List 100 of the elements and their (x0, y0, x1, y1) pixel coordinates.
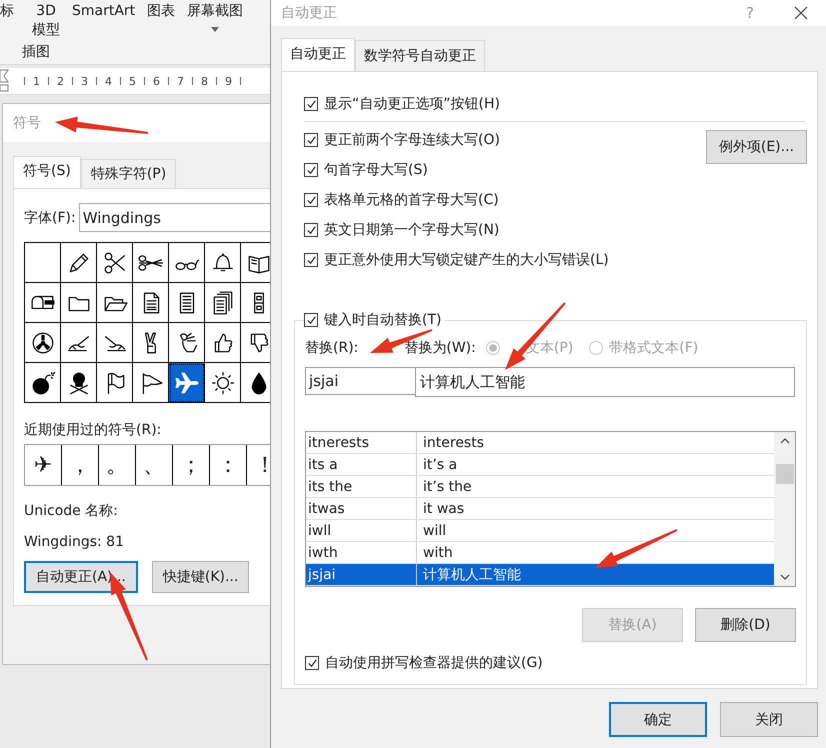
checkbox-label: 自动使用拼写检查器提供的建议(G) (325, 654, 543, 672)
tab[interactable]: 数学符号自动更正 (355, 40, 485, 71)
symbol-cell[interactable] (205, 363, 241, 403)
exceptions-button[interactable]: 例外项(E)... (706, 130, 807, 164)
bomb-icon (32, 371, 55, 394)
dialog-button[interactable]: 关闭 (720, 702, 818, 737)
scrollbar[interactable] (774, 432, 795, 586)
symbol-cell[interactable] (25, 283, 61, 323)
checkbox[interactable] (304, 193, 318, 207)
ribbon-command[interactable]: 标 (0, 2, 14, 40)
tab[interactable]: 自动更正 (281, 38, 355, 71)
table-cell: iwth (306, 542, 417, 563)
cabinet-icon (254, 292, 264, 313)
replacement-list[interactable]: itnerests interests its a it’s a its the it’s the itwas it was iwll will iwth with jsjai 计算机人工智能 (305, 431, 796, 587)
checkbox[interactable] (304, 223, 318, 237)
checkbox[interactable] (304, 97, 318, 111)
checkbox[interactable] (304, 133, 318, 147)
scroll-up-icon[interactable] (780, 438, 790, 444)
table-cell-text: with (422, 544, 453, 560)
recent-symbols-label: 近期使用过的符号(R): (24, 421, 162, 439)
checkbox[interactable] (305, 656, 319, 670)
tab[interactable]: 特殊字符(P) (80, 159, 176, 188)
table-cell-text: 计算机人工智能 (422, 566, 521, 584)
bell-icon (212, 253, 233, 271)
sun-icon (211, 371, 234, 394)
ruler-number: 3 (81, 74, 88, 88)
scroll-down-icon[interactable] (780, 574, 790, 580)
dialog-button[interactable]: 确定 (609, 702, 707, 737)
symbol-cell[interactable] (25, 363, 61, 403)
thumb-up-icon (214, 333, 232, 352)
symbol-cell[interactable] (169, 363, 205, 403)
unicode-name-label: Unicode 名称: (24, 502, 119, 520)
list-row[interactable]: jsjai 计算机人工智能 (306, 564, 774, 586)
symbol-cell[interactable] (97, 283, 133, 323)
tab[interactable]: 符号(S) (13, 156, 81, 188)
replace-with-field[interactable]: 计算机人工智能 (415, 367, 795, 397)
close-icon[interactable] (794, 6, 808, 20)
ruler-number: 2 (57, 74, 64, 88)
symbol-cell[interactable] (25, 243, 61, 283)
table-cell-text: it’s the (422, 478, 472, 494)
symbol-cell[interactable] (61, 283, 97, 323)
table-cell: jsjai (306, 564, 417, 585)
ribbon-command[interactable]: 屏幕截图 (187, 2, 244, 40)
symbol-cell[interactable] (25, 323, 61, 363)
open-folder-icon (104, 296, 127, 311)
ruler-number: 1 (33, 74, 40, 88)
with-label: 替换为(W): (404, 339, 476, 357)
symbol-cell[interactable] (205, 283, 241, 323)
symbol-cell[interactable] (61, 243, 97, 283)
indent-marker-icon[interactable] (0, 69, 10, 93)
ruler-number: 4 (105, 74, 112, 88)
dialog-button[interactable]: 删除(D) (695, 608, 796, 642)
checkbox-label: 键入时自动替换(T) (324, 311, 442, 329)
airplane-icon (175, 372, 198, 393)
ribbon-command[interactable]: 图表 (147, 2, 176, 40)
checkbox[interactable] (304, 253, 318, 267)
disc-icon (32, 332, 53, 353)
scrollbar-thumb[interactable] (776, 464, 794, 484)
list-row[interactable]: itwas it was (306, 498, 774, 520)
skull-icon (69, 372, 88, 394)
symbol-cell[interactable] (169, 283, 205, 323)
ribbon-command[interactable]: 3D 模型 (32, 2, 60, 40)
replace-field[interactable]: jsjai (305, 367, 415, 395)
symbol-cell[interactable] (133, 283, 169, 323)
symbol-cell[interactable] (97, 323, 133, 363)
pennant-icon (142, 372, 162, 394)
table-cell-text: interests (422, 434, 484, 450)
symbol-cell[interactable] (133, 243, 169, 283)
symbol-cell[interactable] (169, 243, 205, 283)
ruler-number: 7 (177, 74, 184, 88)
symbol-cell[interactable] (133, 323, 169, 363)
font-field[interactable]: Wingdings (78, 203, 270, 232)
symbol-cell[interactable] (61, 323, 97, 363)
symbol-cell[interactable] (205, 243, 241, 283)
writing-hand-left-icon (104, 335, 126, 351)
checkbox-label: 表格单元格的首字母大写(C) (324, 191, 499, 209)
checkbox-label: 更正前两个字母连续大写(O) (324, 131, 500, 149)
table-cell-text: it’s a (422, 456, 458, 472)
annotation-arrow (370, 329, 432, 353)
list-row[interactable]: itnerests interests (306, 432, 774, 454)
checkbox[interactable] (304, 163, 318, 177)
symbol-cell[interactable] (61, 363, 97, 403)
checkbox-label: 显示“自动更正选项”按钮(H) (324, 95, 500, 113)
table-cell: its a (306, 454, 417, 475)
list-row[interactable]: its the it’s the (306, 476, 774, 498)
thumb-down-icon (250, 333, 268, 352)
ruler-number: 6 (153, 74, 160, 88)
book-icon (248, 255, 269, 273)
symbol-cell[interactable] (97, 363, 133, 403)
symbol-cell[interactable] (97, 243, 133, 283)
replace-label: 替换(R): (305, 339, 358, 357)
flag-icon (107, 372, 124, 394)
list-row[interactable]: its a it’s a (306, 454, 774, 476)
checkbox-label: 句首字母大写(S) (324, 161, 428, 179)
dialog-button[interactable]: 快捷键(K)... (152, 561, 250, 593)
symbol-cell[interactable] (205, 323, 241, 363)
ribbon-command[interactable]: SmartArt (72, 2, 136, 40)
checkbox[interactable] (304, 313, 318, 327)
drop-icon (251, 372, 266, 394)
ruler-number: 8 (201, 74, 208, 88)
